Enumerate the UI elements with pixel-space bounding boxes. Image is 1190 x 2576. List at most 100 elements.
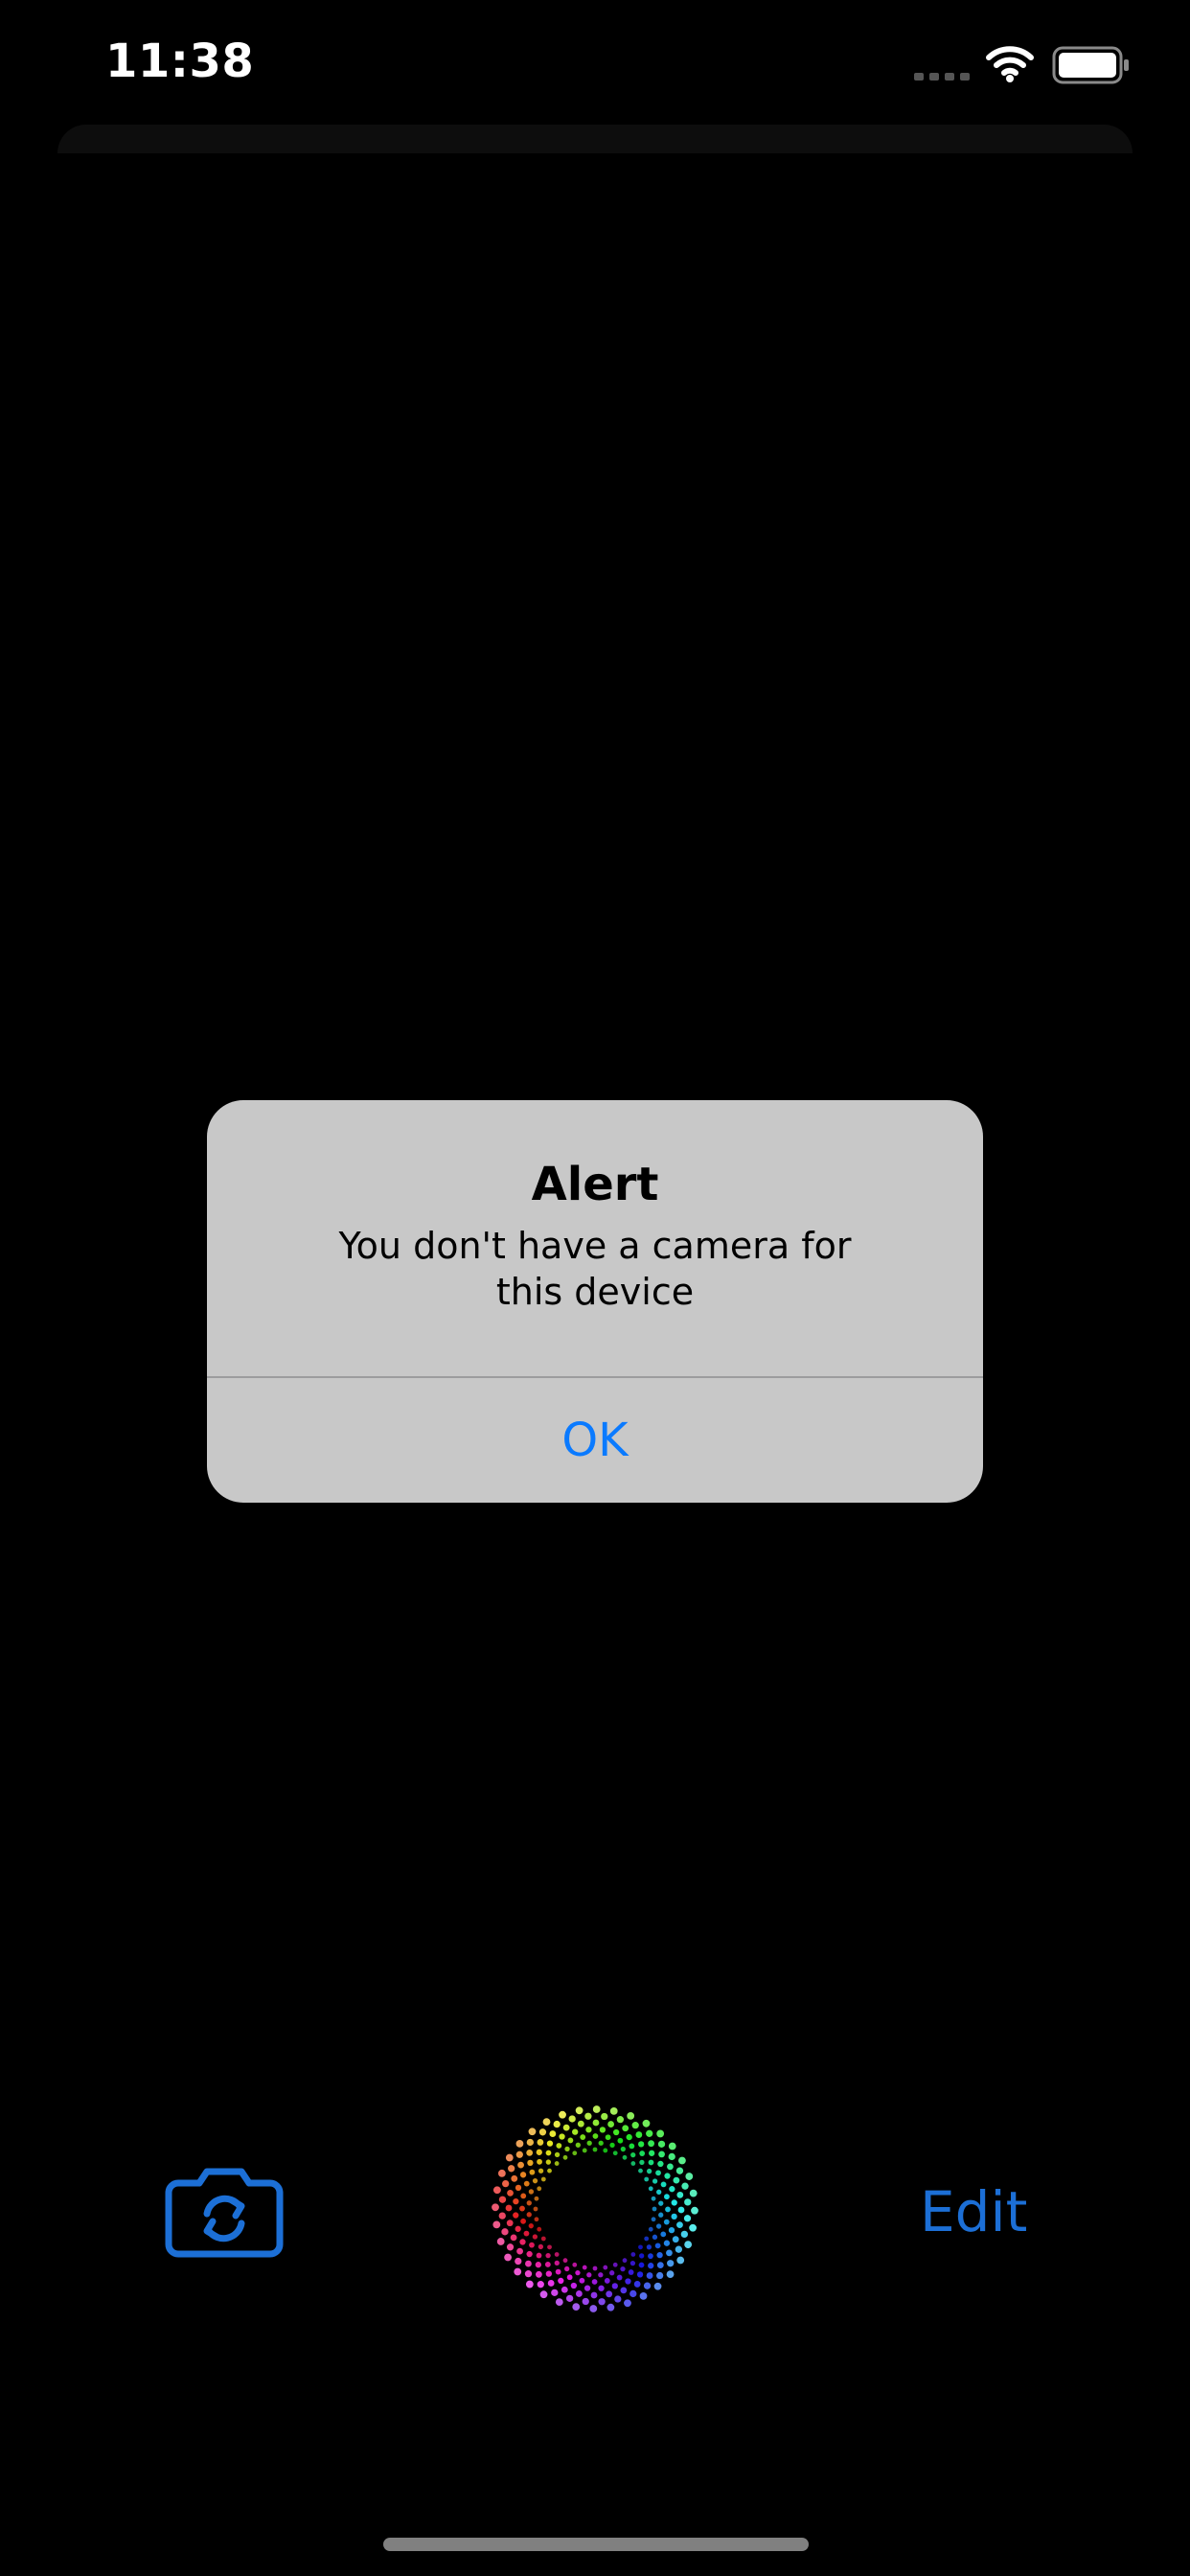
shutter-dot [592,2133,599,2139]
shutter-dot [537,2281,544,2288]
shutter-dot [652,2206,657,2212]
rainbow-shutter-button[interactable] [489,2103,701,2315]
edit-button[interactable]: Edit [920,2181,1027,2242]
shutter-dot [546,2140,554,2147]
shutter-dot [676,2191,684,2198]
shutter-dot [511,2174,518,2182]
shutter-dot [651,2217,656,2222]
home-indicator [383,2538,809,2551]
shutter-dot [523,2230,530,2237]
shutter-dot [510,2234,517,2242]
shutter-dot [527,2159,534,2166]
shutter-dot [629,2289,637,2298]
shutter-dot [554,2151,561,2158]
shutter-dot [492,2203,499,2212]
shutter-dot [644,2236,650,2242]
sheet-background [57,125,1133,153]
shutter-dot [638,2168,643,2174]
shutter-dot [526,2150,534,2156]
shutter-dot [553,2120,561,2128]
shutter-dot [582,2265,587,2270]
shutter-dot [676,2221,683,2228]
shutter-dot [538,2168,544,2174]
shutter-dot [658,2212,664,2218]
shutter-dot [626,2133,632,2141]
shutter-dot [525,2280,534,2288]
alert-ok-button[interactable]: OK [207,1378,983,1503]
shutter-dot [526,2138,534,2147]
shutter-dot [549,2130,557,2137]
shutter-dot [566,2274,573,2281]
shutter-dot [638,2141,645,2148]
shutter-dot [609,2106,618,2115]
shutter-dot [652,2178,658,2184]
shutter-dot [617,2137,624,2144]
shutter-dot [616,2274,623,2281]
shutter-dot [504,2253,512,2262]
alert-content: Alert You don't have a camera for this d… [207,1100,983,1376]
shutter-dot [601,2112,608,2121]
alert-message: You don't have a camera for this device [338,1225,852,1313]
shutter-dot [599,2127,606,2133]
shutter-dot [544,2262,551,2267]
status-bar: 11:38 [0,0,1190,125]
shutter-dot [633,2281,641,2288]
shutter-dot [554,2260,560,2266]
shutter-dot [515,2139,524,2148]
shutter-dot [622,2258,628,2264]
shutter-dot [624,2299,631,2308]
shutter-dot [611,2283,618,2289]
shutter-dot [545,2253,551,2259]
shutter-dot [592,2119,600,2127]
shutter-dot [680,2230,688,2239]
shutter-dot [539,2290,548,2299]
alert-dialog: Alert You don't have a camera for this d… [207,1100,983,1503]
shutter-dot [561,2286,568,2293]
shutter-dot [658,2200,664,2206]
shutter-dot [572,2262,578,2267]
shutter-dot [673,2176,680,2184]
shutter-dot [663,2240,671,2246]
shutter-dot [668,2152,675,2161]
shutter-dot [648,2226,653,2232]
shutter-dot [648,2263,654,2269]
shutter-dot [614,2295,622,2303]
shutter-dot [629,2260,636,2266]
shutter-dot [639,2292,648,2300]
shutter-dot [575,2269,581,2276]
camera-rotate-icon[interactable] [165,2162,284,2258]
shutter-dot [537,2186,542,2192]
shutter-dot [559,2110,566,2119]
shutter-dot [572,2303,581,2312]
shutter-dot [664,2173,671,2179]
shutter-dot [605,2134,611,2141]
shutter-dot [660,2181,667,2188]
shutter-dot [582,2297,589,2306]
shutter-dot [655,2223,662,2229]
shutter-dot [612,2128,620,2136]
shutter-dot [507,2190,514,2196]
shutter-dot [651,2196,656,2201]
shutter-dot [519,2172,527,2178]
shutter-dot [554,2252,560,2257]
shutter-dot [672,2236,679,2243]
shutter-dot [609,2270,615,2276]
shutter-dot [515,2225,521,2232]
shutter-dot [636,2271,644,2278]
shutter-dot [677,2206,685,2214]
shutter-dot [545,2150,552,2156]
shutter-dot [514,2267,522,2276]
shutter-dot [568,2115,576,2123]
shutter-dot [535,2262,541,2268]
shutter-dot [582,2148,587,2153]
shutter-dot [620,2146,626,2152]
shutter-dot [528,2189,535,2195]
shutter-dot [592,2147,598,2152]
shutter-dot [505,2204,513,2212]
shutter-dot [513,2212,519,2219]
shutter-dot [643,2282,652,2289]
shutter-dot [564,2266,570,2272]
shutter-dot [523,2180,530,2187]
shutter-dot [534,2217,539,2222]
shutter-dot [538,2128,547,2136]
